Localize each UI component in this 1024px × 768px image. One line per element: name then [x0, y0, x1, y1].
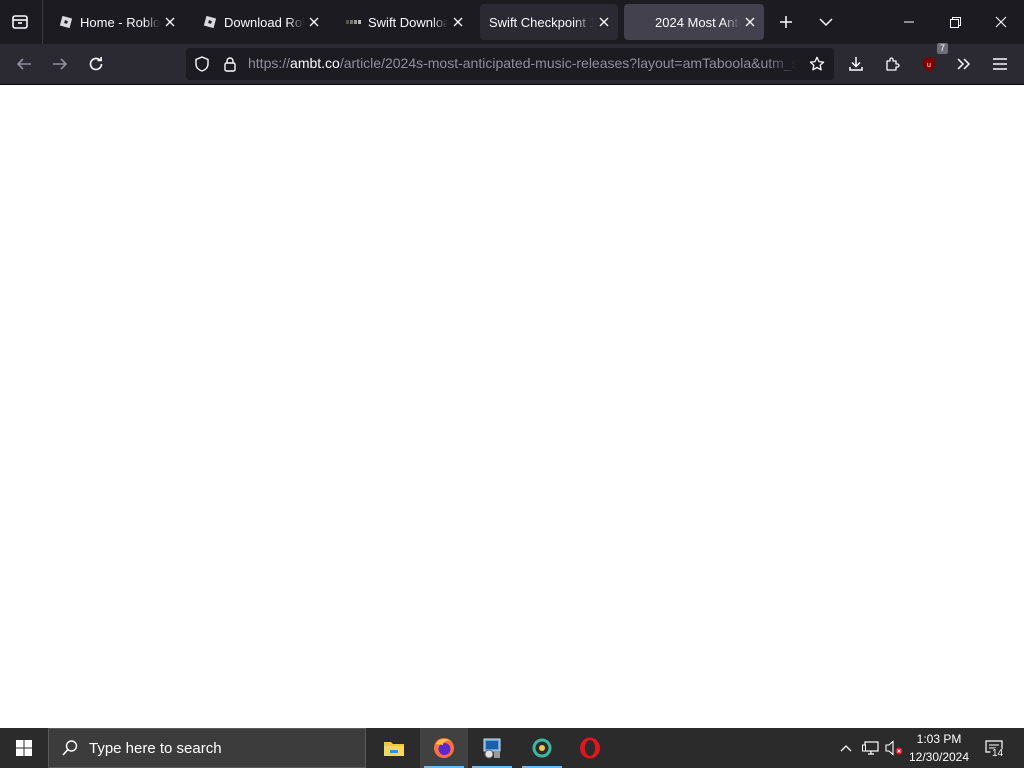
tab-swift-download[interactable]: Swift Download — [336, 4, 472, 40]
network-tray-button[interactable] — [860, 736, 882, 760]
tab-title: Home - Roblox — [80, 14, 160, 30]
url-prefix: https:// — [248, 55, 291, 71]
search-icon — [62, 740, 78, 756]
clock-time: 1:03 PM — [916, 732, 962, 746]
close-tab-icon[interactable] — [594, 12, 614, 32]
opera-taskbar-button[interactable] — [566, 728, 614, 768]
shield-icon[interactable] — [192, 54, 212, 74]
arrow-right-icon — [53, 58, 68, 70]
download-icon — [849, 57, 863, 71]
double-chevron-right-icon — [957, 58, 971, 70]
close-tab-icon[interactable] — [448, 12, 468, 32]
firefox-taskbar-button[interactable] — [420, 728, 468, 768]
tab-download-roblox[interactable]: Download Roblox — [192, 4, 328, 40]
tab-swift-checkpoint[interactable]: Swift Checkpoint 1 — [480, 4, 618, 40]
address-bar[interactable]: https://ambt.co/article/2024s-most-antic… — [186, 48, 834, 80]
arrow-left-icon — [16, 58, 31, 70]
firefox-view-button[interactable] — [6, 8, 34, 36]
new-tab-button[interactable] — [772, 8, 800, 36]
close-icon — [995, 16, 1007, 28]
firefox-icon — [434, 738, 454, 758]
search-placeholder: Type here to search — [89, 739, 222, 757]
start-button[interactable] — [0, 728, 48, 768]
puzzle-icon — [886, 57, 900, 71]
swift-icon — [346, 14, 362, 30]
chevron-down-icon — [819, 18, 833, 27]
folder-icon — [384, 742, 404, 756]
downloads-button[interactable] — [842, 50, 870, 78]
ublock-extension-button[interactable]: u 7 — [915, 43, 948, 78]
minimize-button[interactable] — [886, 0, 932, 44]
close-tab-icon[interactable] — [740, 12, 760, 32]
close-tab-icon[interactable] — [160, 12, 180, 32]
file-explorer-button[interactable] — [370, 728, 418, 768]
close-tab-icon[interactable] — [304, 12, 324, 32]
forward-button[interactable] — [46, 50, 74, 78]
tab-title: Download Roblox — [224, 14, 304, 30]
overflow-menu-button[interactable] — [950, 50, 978, 78]
tab-title: 2024 Most Anticipated — [655, 14, 740, 30]
system-clock[interactable]: 1:03 PM 12/30/2024 — [905, 730, 973, 766]
url-host: ambt.co — [290, 55, 340, 71]
network-icon — [862, 741, 879, 755]
firefox-view-icon — [12, 15, 28, 29]
extension-badge: 7 — [936, 43, 948, 54]
windows-logo-icon — [16, 740, 32, 756]
tab-most-anticipated[interactable]: 2024 Most Anticipated — [624, 4, 764, 40]
lock-icon[interactable] — [220, 54, 240, 74]
tab-separator — [42, 0, 43, 44]
roblox-icon — [58, 14, 74, 30]
taskbar-search-box[interactable]: Type here to search — [48, 728, 366, 768]
ublock-icon: u — [923, 57, 935, 71]
url-path: /article/2024s-most-anticipated-music-re… — [339, 55, 798, 71]
extensions-button[interactable] — [878, 50, 906, 78]
control-panel-taskbar-button[interactable] — [468, 728, 516, 768]
roblox-icon — [202, 14, 218, 30]
app-icon — [532, 738, 552, 758]
notification-count-badge: 14 — [990, 748, 1006, 760]
svg-text:u: u — [927, 62, 931, 69]
minimize-icon — [904, 21, 914, 23]
control-panel-icon — [483, 738, 501, 759]
url-text[interactable]: https://ambt.co/article/2024s-most-antic… — [248, 55, 798, 71]
close-window-button[interactable] — [978, 0, 1024, 44]
list-all-tabs-button[interactable] — [812, 8, 840, 36]
chevron-up-icon — [840, 745, 852, 752]
clock-date: 12/30/2024 — [908, 750, 970, 764]
navigation-toolbar: https://ambt.co/article/2024s-most-antic… — [0, 43, 1024, 85]
app-taskbar-button[interactable] — [518, 728, 566, 768]
volume-tray-button[interactable] — [884, 736, 906, 760]
reload-icon — [89, 57, 103, 71]
show-hidden-icons-button[interactable] — [836, 736, 856, 760]
opera-icon — [580, 737, 600, 759]
bookmark-star-icon[interactable] — [806, 54, 828, 74]
reload-button[interactable] — [82, 50, 110, 78]
plus-icon — [780, 16, 792, 28]
app-menu-button[interactable] — [986, 50, 1014, 78]
hamburger-icon — [993, 58, 1007, 70]
volume-muted-icon — [885, 740, 903, 756]
tab-title: Swift Checkpoint 1 — [489, 14, 594, 30]
tab-strip: Home - Roblox Download Roblox Swift Down… — [0, 0, 1024, 44]
tab-home-roblox[interactable]: Home - Roblox — [48, 4, 184, 40]
restore-button[interactable] — [932, 0, 978, 44]
taskbar: Type here to search 1:03 PM 12/30/2024 — [0, 728, 1024, 768]
restore-icon — [949, 16, 961, 28]
page-content[interactable] — [0, 85, 1024, 728]
back-button[interactable] — [10, 50, 38, 78]
tab-title: Swift Download — [368, 14, 448, 30]
